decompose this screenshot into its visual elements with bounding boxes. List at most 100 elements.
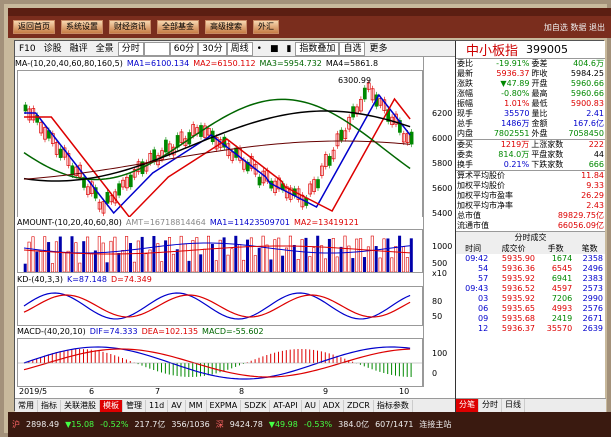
amount-bar (43, 236, 47, 273)
trades-title: 分时成交 (456, 231, 605, 243)
amount-chart (23, 235, 413, 273)
bottom-tab-11[interactable]: AU (302, 399, 320, 412)
amount-bar (78, 262, 82, 273)
trade-cell: 5936.37 (501, 324, 536, 333)
y-tick-2: 5800 (432, 159, 453, 168)
candle (23, 104, 28, 112)
toolbar-button-3[interactable]: 全部基金 (157, 20, 199, 34)
quote-tab-1[interactable]: 分时 (479, 399, 502, 412)
toolbar-button-5[interactable]: 外汇 (253, 20, 279, 34)
trade-cell: 4993 (551, 304, 573, 313)
bottom-tab-10[interactable]: AT-API (270, 399, 302, 412)
chart-tab-1[interactable]: 诊股 (40, 42, 66, 56)
trade-row[interactable]: 09:43 5936.52 4597 2573 (456, 284, 605, 294)
bottom-tab-2[interactable]: 关联港股 (61, 399, 100, 412)
amount-bar (199, 254, 203, 273)
bottom-tab-12[interactable]: ADX (320, 399, 345, 412)
quote-val: 5900.83 (570, 99, 604, 108)
toolbar-button-1[interactable]: 系统设置 (61, 20, 103, 34)
chart-tab-3[interactable]: 全景 (92, 42, 118, 56)
amount-bar (288, 235, 292, 273)
trade-row[interactable]: 06 5935.65 4993 2576 (456, 304, 605, 314)
amount-bar (70, 236, 74, 273)
quote-row: 换手 0.21% 下跌家数 666 (456, 160, 605, 170)
macd-chart (18, 346, 422, 380)
chart-tab-12[interactable]: 指数叠加 (295, 41, 340, 56)
amount-bar (370, 235, 374, 273)
kd-value-1: D=74.349 (110, 275, 152, 284)
quote-tab-2[interactable]: 日线 (502, 399, 525, 412)
amount-bar (62, 252, 66, 273)
amount-panel[interactable] (17, 229, 423, 273)
macd-panel[interactable] (17, 338, 423, 387)
quote-key: 涨幅 (457, 89, 473, 98)
ma-value-3: MA4=5861.8 (325, 59, 379, 68)
y-tick-8: 80 (432, 297, 443, 306)
chart-tab-7[interactable]: 30分 (198, 41, 227, 56)
chart-tab-9[interactable]: • (253, 42, 266, 56)
toolbar-button-2[interactable]: 财经资讯 (109, 20, 151, 34)
status-item-1: 2898.49 (26, 420, 60, 429)
chart-tab-6[interactable]: 60分 (169, 41, 199, 56)
kd-panel[interactable] (17, 286, 423, 326)
quote-row: 加权平均市盈率 26.29 (456, 191, 605, 201)
kd-value-0: K=87.148 (66, 275, 107, 284)
amount-legend: AMOUNT-(10,20,40,60,80) AMT=16718814464 MA… (17, 217, 423, 229)
toolbar-button-4[interactable]: 高级搜索 (205, 20, 247, 34)
trade-row[interactable]: 09:42 5935.90 1674 2358 (456, 254, 605, 264)
x-tick-4: 9 (323, 387, 329, 396)
amount-bar (191, 240, 195, 273)
chart-tab-5[interactable]: 日线 (143, 41, 170, 56)
trade-row[interactable]: 57 5935.92 6941 2383 (456, 274, 605, 284)
trades-table: 分时成交 时间 成交价 手数 笔数 09:42 5935.90 1674 2358 54 593… (456, 231, 605, 334)
bottom-tab-1[interactable]: 指标 (38, 399, 61, 412)
chart-tab-4[interactable]: 分时 (117, 41, 144, 56)
bottom-tab-3[interactable]: 模板 (100, 399, 123, 412)
chart-tab-8[interactable]: 周线 (226, 41, 253, 56)
bottom-tab-4[interactable]: 管理 (123, 399, 146, 412)
candle (58, 148, 63, 158)
amount-bar (405, 257, 409, 273)
quote-tab-0[interactable]: 分笔 (456, 399, 479, 412)
trade-row[interactable]: 12 5936.37 35570 2639 (456, 324, 605, 334)
trade-row[interactable]: 09 5935.68 2419 2671 (456, 314, 605, 324)
trade-cell: 09:42 (465, 254, 489, 263)
bottom-tab-6[interactable]: AV (168, 399, 186, 412)
quote-val: 9.33 (586, 181, 604, 190)
trade-cell: 5935.90 (501, 254, 536, 263)
bottom-tab-9[interactable]: SDZK (241, 399, 271, 412)
chart-tab-11[interactable]: ▮ (282, 42, 295, 56)
trade-cell: 06 (477, 304, 489, 313)
trades-head-2: 手数 (537, 243, 575, 254)
chart-tab-14[interactable]: 更多 (365, 42, 391, 56)
trade-cell: 4597 (551, 284, 573, 293)
trade-row[interactable]: 03 5935.92 7206 2990 (456, 294, 605, 304)
toolbar-right-links[interactable]: 加自选 数据 退出 (544, 22, 605, 33)
quote-row: 最新 5936.37 昨收 5984.25 (456, 69, 605, 79)
bottom-tab-14[interactable]: 指标参数 (374, 399, 413, 412)
toolbar-button-0[interactable]: 返回首页 (13, 20, 55, 34)
bottom-tab-7[interactable]: MM (186, 399, 207, 412)
chart-tab-13[interactable]: 自选 (339, 41, 366, 56)
amount-bar (304, 237, 308, 273)
chart-window: F10 诊股 融评 全景 分时 日线 60分 30分 周线 • ■ ▮ 指数叠加 自选 更多 MA-(10,… (14, 40, 606, 412)
trade-row[interactable]: 54 5936.36 6545 2496 (456, 264, 605, 274)
bottom-tab-8[interactable]: EXPMA (207, 399, 242, 412)
status-item-9: -0.53% (303, 420, 333, 429)
quote-key: 上涨家数 (531, 140, 564, 149)
chart-tab-2[interactable]: 融评 (66, 42, 92, 56)
trade-cell: 57 (477, 274, 489, 283)
trade-cell: 2573 (582, 284, 603, 293)
quote-table-2: 委买 1219万 上涨家数 222 委卖 814.0万 平盘家数 44 换手 0.21% 下跌家数 6… (456, 139, 605, 170)
chart-tab-0[interactable]: F10 (15, 42, 40, 56)
bottom-tab-13[interactable]: ZDCR (344, 399, 374, 412)
amount-bar (160, 261, 164, 273)
bottom-tab-0[interactable]: 常用 (15, 399, 38, 412)
quote-row: 总市值 89829.75亿 (456, 211, 605, 221)
amount-bar (273, 239, 277, 273)
candle (351, 106, 355, 118)
quote-val: 5960.66 (570, 79, 604, 88)
amount-bar (74, 242, 78, 273)
bottom-tab-5[interactable]: 11d (146, 399, 169, 412)
chart-tab-10[interactable]: ■ (266, 42, 283, 56)
